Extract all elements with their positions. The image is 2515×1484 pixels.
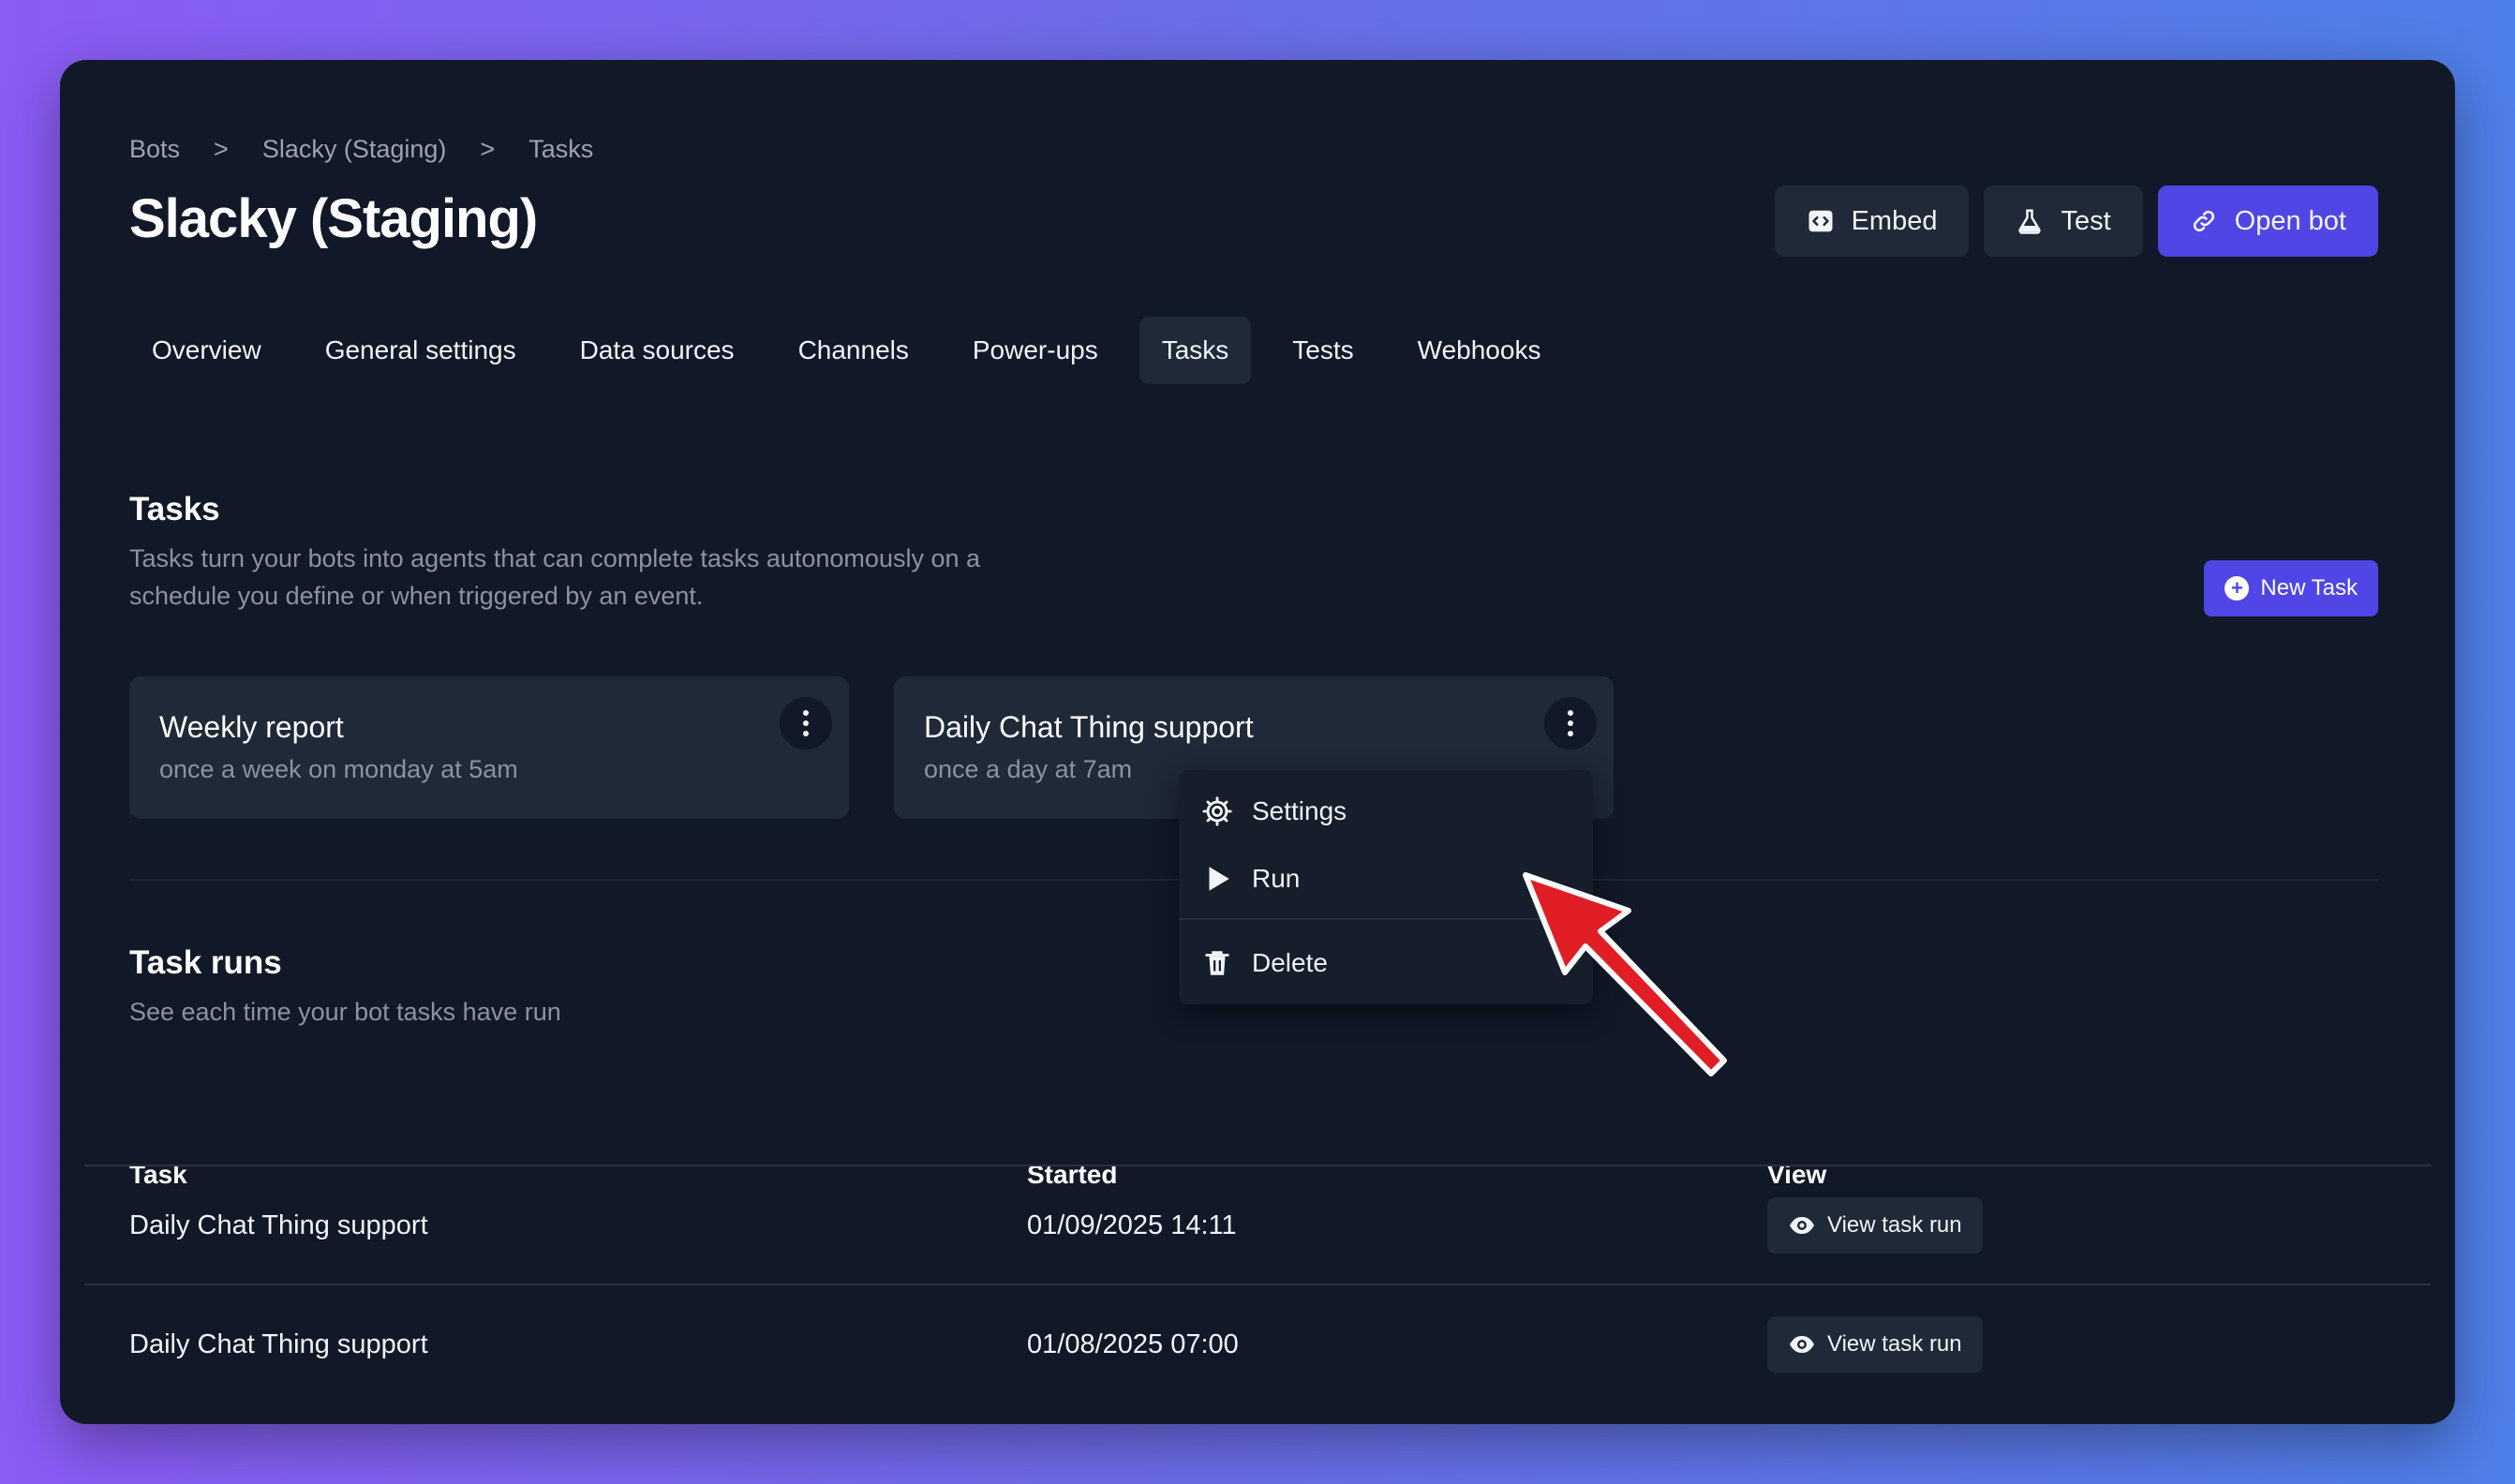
open-bot-button[interactable]: Open bot <box>2157 186 2378 257</box>
breadcrumb-bot[interactable]: Slacky (Staging) <box>262 135 447 164</box>
row-view: View task run <box>1767 1285 1983 1403</box>
breadcrumb-bots[interactable]: Bots <box>129 135 180 164</box>
row-started: 01/08/2025 07:00 <box>1027 1328 1239 1359</box>
tab-general-settings[interactable]: General settings <box>303 317 539 384</box>
task-card-title: Weekly report <box>159 710 344 744</box>
row-view: View task run <box>1767 1166 1983 1284</box>
plus-circle-icon: + <box>2225 576 2250 601</box>
breadcrumb: Bots > Slacky (Staging) > Tasks <box>129 135 593 164</box>
test-button[interactable]: Test <box>1984 186 2143 257</box>
menu-run-label: Run <box>1252 864 1301 893</box>
row-task: Daily Chat Thing support <box>129 1209 428 1240</box>
tab-bar: Overview General settings Data sources C… <box>129 317 1563 384</box>
menu-item-settings[interactable]: Settings <box>1179 778 1593 845</box>
annotation-arrow-icon <box>1523 872 1727 1076</box>
task-card-schedule: once a week on monday at 5am <box>159 755 518 783</box>
tab-power-ups[interactable]: Power-ups <box>950 317 1121 384</box>
tasks-section-description: Tasks turn your bots into agents that ca… <box>129 540 980 615</box>
row-task: Daily Chat Thing support <box>129 1328 428 1359</box>
app-window: Bots > Slacky (Staging) > Tasks Slacky (… <box>60 60 2455 1424</box>
breadcrumb-separator: > <box>214 135 229 163</box>
gear-icon <box>1202 796 1232 826</box>
play-icon <box>1209 867 1229 891</box>
table-row: Daily Chat Thing support 01/08/2025 07:0… <box>60 1285 2455 1403</box>
view-task-run-label: View task run <box>1827 1212 1962 1238</box>
tab-overview[interactable]: Overview <box>129 317 284 384</box>
breadcrumb-separator: > <box>480 135 496 163</box>
kebab-menu-icon[interactable] <box>1544 697 1597 749</box>
embed-icon <box>1808 210 1833 232</box>
tab-webhooks[interactable]: Webhooks <box>1395 317 1564 384</box>
tasks-section-title: Tasks <box>129 491 220 527</box>
view-task-run-button[interactable]: View task run <box>1767 1197 1983 1254</box>
task-card[interactable]: Weekly report once a week on monday at 5… <box>129 676 849 819</box>
task-card-title: Daily Chat Thing support <box>924 710 1254 744</box>
header-actions: Embed Test Open bot <box>1774 186 2378 257</box>
new-task-label: New Task <box>2260 575 2358 601</box>
tab-channels[interactable]: Channels <box>776 317 931 384</box>
eye-icon <box>1790 1217 1814 1234</box>
table-row: Daily Chat Thing support 01/09/2025 14:1… <box>60 1166 2455 1284</box>
tasks-description-line: schedule you define or when triggered by… <box>129 582 704 610</box>
page-title: Slacky (Staging) <box>129 188 538 249</box>
new-task-button[interactable]: + New Task <box>2204 560 2378 616</box>
tab-data-sources[interactable]: Data sources <box>558 317 757 384</box>
task-runs-title: Task runs <box>129 944 282 981</box>
embed-label: Embed <box>1851 205 1938 236</box>
menu-settings-label: Settings <box>1252 796 1347 825</box>
task-card-schedule: once a day at 7am <box>924 755 1133 783</box>
menu-delete-label: Delete <box>1252 948 1328 977</box>
eye-icon <box>1790 1336 1814 1353</box>
open-bot-label: Open bot <box>2234 205 2346 236</box>
embed-button[interactable]: Embed <box>1774 186 1970 257</box>
view-task-run-label: View task run <box>1827 1331 1962 1357</box>
row-started: 01/09/2025 14:11 <box>1027 1209 1237 1240</box>
view-task-run-button[interactable]: View task run <box>1767 1316 1983 1373</box>
tab-tests[interactable]: Tests <box>1270 317 1376 384</box>
task-runs-description: See each time your bot tasks have run <box>129 998 561 1026</box>
tab-tasks[interactable]: Tasks <box>1138 317 1252 384</box>
tasks-description-line: Tasks turn your bots into agents that ca… <box>129 544 981 572</box>
trash-icon <box>1205 951 1229 975</box>
kebab-menu-icon[interactable] <box>780 697 832 749</box>
breadcrumb-tasks[interactable]: Tasks <box>528 135 593 164</box>
test-label: Test <box>2061 205 2111 236</box>
link-icon <box>2193 210 2214 232</box>
flask-icon <box>2018 209 2042 234</box>
